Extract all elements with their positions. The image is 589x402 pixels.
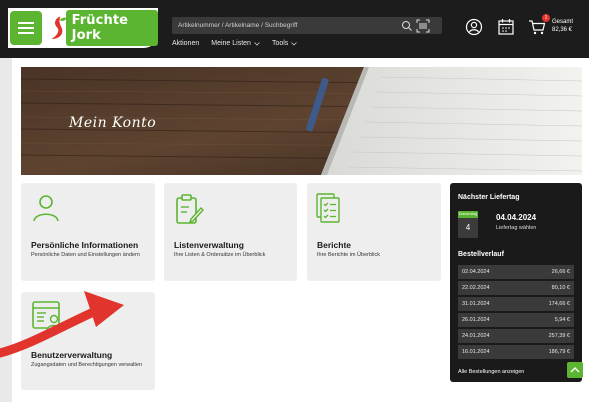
order-row[interactable]: 31.01.2024 174,66 € <box>458 297 574 311</box>
chevron-up-icon <box>570 367 580 373</box>
report-icon <box>316 193 340 223</box>
clipboard-edit-icon <box>176 194 204 224</box>
user-icon <box>33 195 59 222</box>
cart-total-label: Gesamt <box>552 19 574 25</box>
cart-count-badge: 1 <box>542 14 550 22</box>
cart-total-value: 82,36 € <box>552 27 573 33</box>
hero-banner: Mein Konto <box>21 67 582 175</box>
chevron-down-icon <box>254 41 260 46</box>
menu-button[interactable] <box>10 11 43 45</box>
all-orders-link[interactable]: Alle Bestellungen anzeigen <box>458 369 524 375</box>
delivery-panel: Nächster Liefertag Donnerstag 4 04.04.20… <box>450 183 582 382</box>
card-title: Listenverwaltung <box>174 240 244 250</box>
card-title: Persönliche Informationen <box>31 240 139 250</box>
brand-mark-icon <box>51 16 67 39</box>
nav-meine-listen[interactable]: Meine Listen <box>211 40 260 47</box>
order-row[interactable]: 22.02.2024 80,10 € <box>458 281 574 295</box>
order-row[interactable]: 26.01.2024 5,94 € <box>458 313 574 327</box>
nav-aktionen[interactable]: Aktionen <box>172 40 199 47</box>
scroll-to-top-button[interactable] <box>567 362 583 378</box>
delivery-weekday: Donnerstag <box>458 211 478 218</box>
logo-block: Früchte Jork <box>8 8 158 48</box>
chevron-down-icon <box>291 41 298 46</box>
card-reports[interactable]: Berichte Ihre Berichte im Überblick <box>307 183 441 281</box>
account-icon[interactable] <box>465 18 483 36</box>
change-delivery-day-link[interactable]: Liefertag wählen <box>496 225 536 231</box>
card-description: Ihre Berichte im Überblick <box>317 252 380 258</box>
next-delivery-title: Nächster Liefertag <box>458 194 520 201</box>
cart-total[interactable]: Gesamt 82,36 € <box>552 18 573 34</box>
order-history-title: Bestellverlauf <box>458 251 504 258</box>
delivery-day-badge: Donnerstag 4 <box>458 211 478 238</box>
card-description: Persönliche Daten und Einstellungen ände… <box>31 252 140 258</box>
order-row[interactable]: 24.01.2024 257,39 € <box>458 329 574 343</box>
annotation-arrow <box>0 291 124 358</box>
card-description: Ihre Listen & Ordersätze im Überblick <box>174 252 266 258</box>
order-row[interactable]: 02.04.2024 26,66 € <box>458 265 574 279</box>
nav-tools[interactable]: Tools <box>272 40 298 47</box>
search-input[interactable] <box>172 22 398 29</box>
brand-name[interactable]: Früchte Jork <box>65 10 158 46</box>
main-nav: Aktionen Meine Listen Tools <box>172 40 298 47</box>
search-bar[interactable] <box>172 17 442 34</box>
calendar-icon[interactable] <box>497 18 515 36</box>
search-icon[interactable] <box>400 19 414 33</box>
delivery-day-number: 4 <box>458 218 478 238</box>
delivery-date: 04.04.2024 <box>496 213 537 222</box>
card-title: Berichte <box>317 240 352 250</box>
top-header: Früchte Jork Aktionen Meine Listen Tools <box>0 0 589 58</box>
card-personal-info[interactable]: Persönliche Informationen Persönliche Da… <box>21 183 155 281</box>
hero-title: Mein Konto <box>69 115 157 131</box>
card-list-management[interactable]: Listenverwaltung Ihre Listen & Ordersätz… <box>164 183 297 281</box>
barcode-scan-icon[interactable] <box>416 19 430 33</box>
order-history-list: 02.04.2024 26,66 € 22.02.2024 80,10 € 31.0… <box>458 265 574 361</box>
order-row[interactable]: 16.01.2024 186,79 € <box>458 345 574 359</box>
